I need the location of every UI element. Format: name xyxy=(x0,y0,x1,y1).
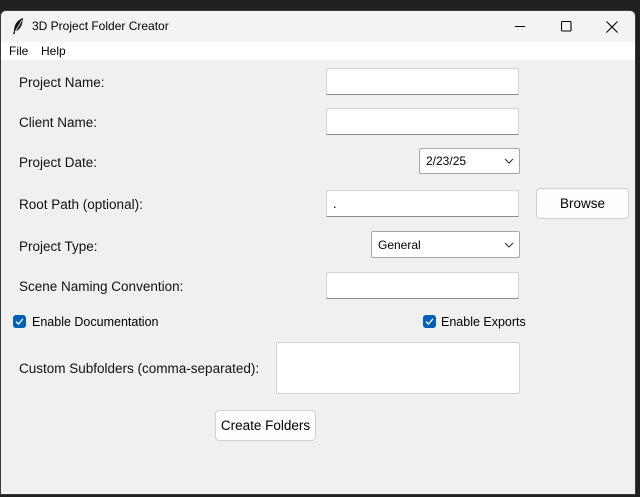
maximize-icon xyxy=(560,21,572,32)
enable-exports-label[interactable]: Enable Exports xyxy=(441,315,526,329)
maximize-button[interactable] xyxy=(543,11,589,42)
custom-subfolders-label: Custom Subfolders (comma-separated): xyxy=(19,361,260,376)
project-name-label: Project Name: xyxy=(19,75,105,90)
close-icon xyxy=(606,20,618,33)
menu-file[interactable]: File xyxy=(9,44,28,58)
project-name-input[interactable] xyxy=(326,68,519,95)
browse-button[interactable]: Browse xyxy=(536,188,629,219)
window-title: 3D Project Folder Creator xyxy=(32,19,169,33)
minimize-button[interactable] xyxy=(497,11,543,42)
feather-icon xyxy=(13,18,23,34)
root-path-label: Root Path (optional): xyxy=(19,197,143,212)
close-button[interactable] xyxy=(589,11,635,42)
project-date-label: Project Date: xyxy=(19,155,98,170)
app-window: 3D Project Folder Creator File Help Proj… xyxy=(0,10,636,495)
client-name-label: Client Name: xyxy=(19,115,98,130)
project-date-value: 2/23/25 xyxy=(426,154,467,168)
project-type-label: Project Type: xyxy=(19,239,98,254)
chevron-down-icon xyxy=(504,158,514,164)
scene-naming-input[interactable] xyxy=(326,272,519,299)
checkmark-icon xyxy=(15,318,24,325)
title-bar: 3D Project Folder Creator xyxy=(1,11,635,42)
custom-subfolders-textarea[interactable] xyxy=(276,342,520,394)
enable-documentation-checkbox[interactable] xyxy=(13,315,26,328)
chevron-down-icon xyxy=(504,242,514,248)
checkmark-icon xyxy=(425,318,434,325)
create-folders-button[interactable]: Create Folders xyxy=(215,410,316,441)
project-type-value: General xyxy=(378,237,421,252)
project-date-picker[interactable]: 2/23/25 xyxy=(419,148,520,174)
menu-help[interactable]: Help xyxy=(41,44,66,58)
root-path-input[interactable]: . xyxy=(326,190,519,217)
enable-documentation-label[interactable]: Enable Documentation xyxy=(32,315,158,329)
scene-naming-label: Scene Naming Convention: xyxy=(19,279,184,294)
minimize-icon xyxy=(514,26,525,27)
menu-bar: File Help xyxy=(1,42,635,60)
enable-exports-checkbox[interactable] xyxy=(423,315,436,328)
project-type-select[interactable]: General xyxy=(371,231,520,258)
client-name-input[interactable] xyxy=(326,108,519,135)
